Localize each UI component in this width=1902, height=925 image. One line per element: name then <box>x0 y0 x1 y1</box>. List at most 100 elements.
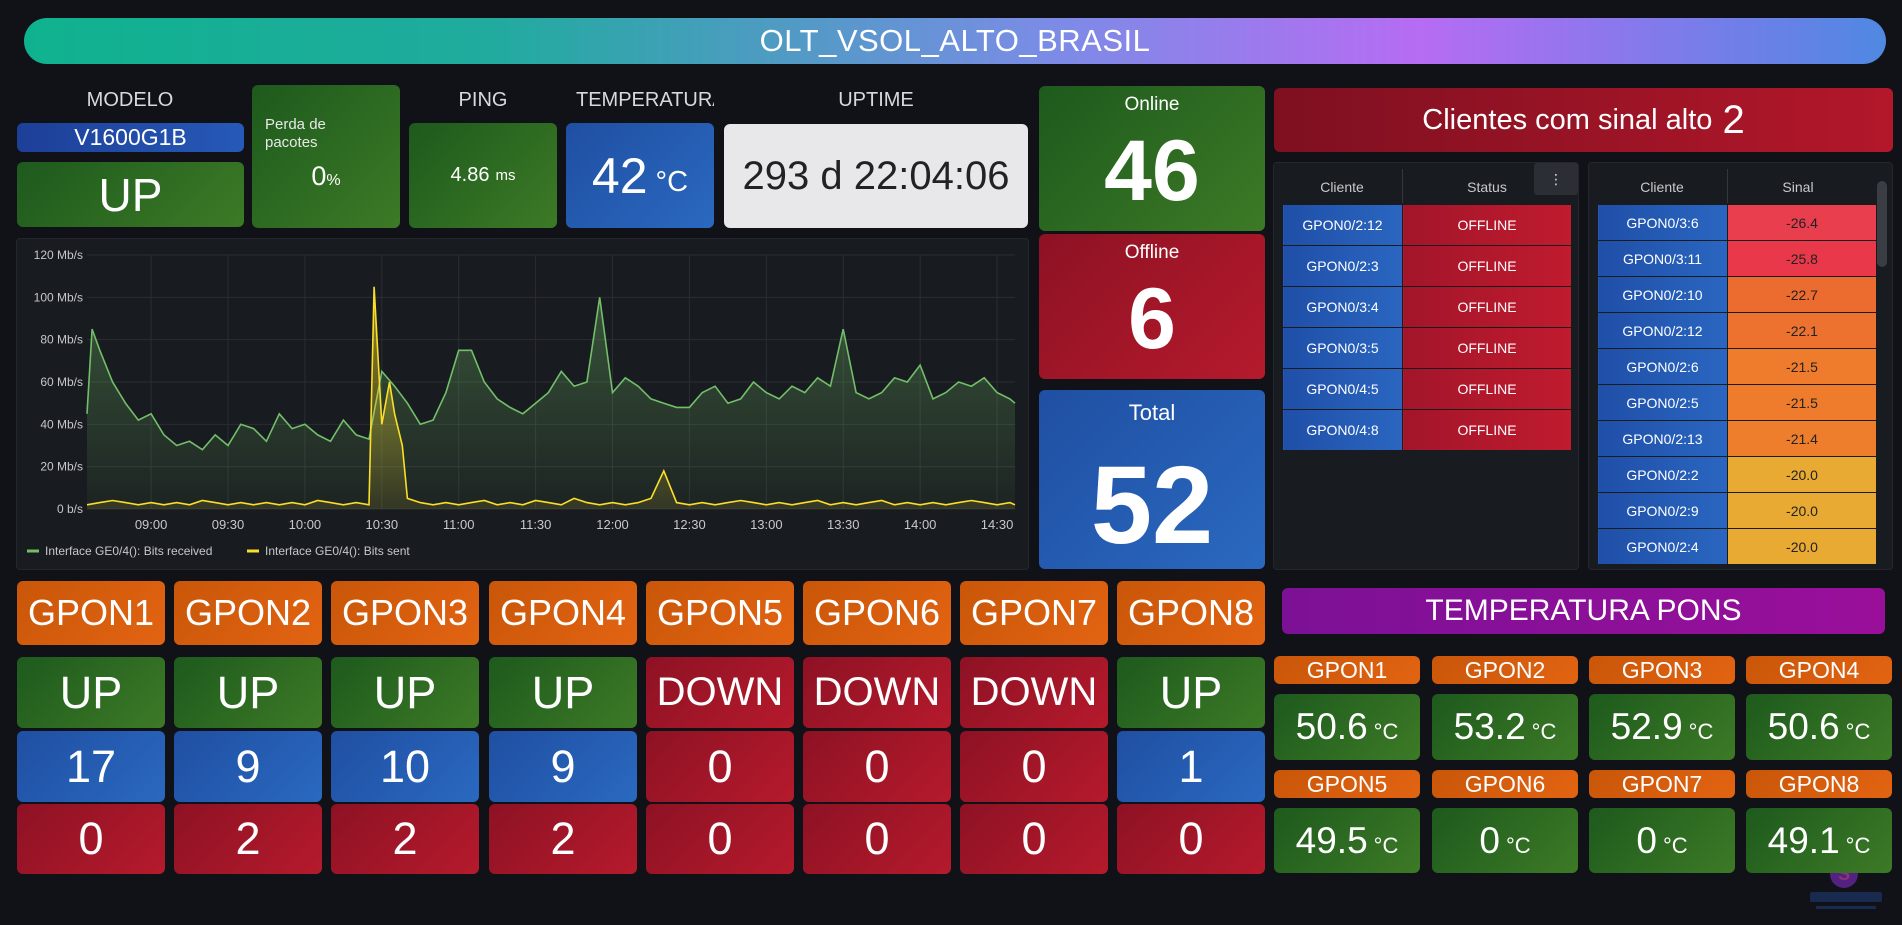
x-tick-label: 14:00 <box>904 517 937 532</box>
gpon-name: GPON4 <box>489 581 637 645</box>
col-sinal-cliente-header[interactable]: Cliente <box>1597 179 1727 195</box>
traffic-chart: 0 b/s 20 Mb/s 40 Mb/s 60 Mb/s 80 Mb/s 100 Mb/… <box>27 248 1016 558</box>
table-row[interactable]: GPON0/2:3 OFFLINE <box>1282 245 1572 287</box>
pon-temp-value: 50.6 °C <box>1274 694 1420 760</box>
offline-panel: Offline 6 <box>1039 234 1265 379</box>
x-tick-label: 12:30 <box>673 517 706 532</box>
gpon-status: UP <box>331 657 479 728</box>
client-cell: GPON0/3:4 <box>1282 286 1403 328</box>
pon-temp-unit: °C <box>1531 719 1557 744</box>
pon-temp-value: 49.1 °C <box>1746 808 1892 873</box>
temperatura-value: 42 °C <box>566 123 714 228</box>
traffic-chart-panel: 0 b/s 20 Mb/s 40 Mb/s 60 Mb/s 80 Mb/s 100 Mb/… <box>16 238 1029 570</box>
offline-value: 6 <box>1128 271 1176 367</box>
signal-cell: -21.5 <box>1727 384 1877 421</box>
pon-temp-unit: °C <box>1505 832 1531 858</box>
table-row[interactable]: GPON0/3:6 -26.4 <box>1597 204 1877 241</box>
pon-temp-value: 50.6 °C <box>1746 694 1892 760</box>
table-row[interactable]: GPON0/4:5 OFFLINE <box>1282 368 1572 410</box>
client-cell: GPON0/2:5 <box>1597 384 1728 421</box>
pon-temp-unit: °C <box>1373 832 1399 858</box>
client-cell: GPON0/4:8 <box>1282 409 1403 451</box>
x-tick-label: 10:00 <box>289 517 322 532</box>
olt-status: UP <box>17 162 244 227</box>
gpon-offline-count: 0 <box>1117 804 1265 874</box>
client-cell: GPON0/2:3 <box>1282 245 1403 287</box>
client-cell: GPON0/2:4 <box>1597 528 1728 565</box>
total-panel: Total 52 <box>1039 390 1265 569</box>
client-cell: GPON0/3:11 <box>1597 240 1728 277</box>
pon-temp-number: 49.5 <box>1295 819 1368 861</box>
gpon-online-count: 10 <box>331 731 479 802</box>
table-row[interactable]: GPON0/2:6 -21.5 <box>1597 348 1877 385</box>
table-row[interactable]: GPON0/2:2 -20.0 <box>1597 456 1877 493</box>
table-row[interactable]: GPON0/4:8 OFFLINE <box>1282 409 1572 451</box>
gpon-offline-count: 2 <box>174 804 322 874</box>
perda-label: Perda de pacotes <box>265 116 326 151</box>
col-sinal-header[interactable]: Sinal <box>1727 179 1869 195</box>
legend-label[interactable]: Interface GE0/4(): Bits sent <box>265 544 410 558</box>
perda-panel: Perda de pacotes 0% <box>252 85 400 228</box>
client-cell: GPON0/4:5 <box>1282 368 1403 410</box>
gpon-status: UP <box>17 657 165 728</box>
ping-label: PING <box>458 89 508 111</box>
pon-temp-value: 0 °C <box>1432 808 1578 873</box>
pon-temp-number: 50.6 <box>1295 706 1368 747</box>
x-tick-label: 12:00 <box>596 517 629 532</box>
table-row[interactable]: GPON0/3:4 OFFLINE <box>1282 286 1572 328</box>
gpon-online-count: 0 <box>803 731 951 802</box>
total-label: Total <box>1128 400 1176 425</box>
table-row[interactable]: GPON0/3:11 -25.8 <box>1597 240 1877 277</box>
signal-cell: -22.7 <box>1727 276 1877 313</box>
status-cell: OFFLINE <box>1402 409 1572 451</box>
gpon-status: UP <box>489 657 637 728</box>
pon-temp-name: GPON1 <box>1274 656 1420 684</box>
pon-temp-name: GPON2 <box>1432 656 1578 684</box>
sinal-scrollbar[interactable] <box>1877 181 1887 267</box>
temperatura-pons-title: TEMPERATURA PONS <box>1282 588 1885 634</box>
gpon-online-count: 17 <box>17 731 165 802</box>
table-row[interactable]: GPON0/2:12 -22.1 <box>1597 312 1877 349</box>
perda-value: 0% <box>311 161 341 191</box>
x-tick-label: 11:00 <box>443 517 475 532</box>
table-row[interactable]: GPON0/2:4 -20.0 <box>1597 528 1877 565</box>
online-panel: Online 46 <box>1039 86 1265 231</box>
pon-temp-name: GPON4 <box>1746 656 1892 684</box>
y-tick-label: 80 Mb/s <box>40 333 83 347</box>
x-tick-label: 09:30 <box>212 517 245 532</box>
gpon-status: UP <box>1117 657 1265 728</box>
table-row[interactable]: GPON0/3:5 OFFLINE <box>1282 327 1572 369</box>
table-row[interactable]: GPON0/2:13 -21.4 <box>1597 420 1877 457</box>
offline-label: Offline <box>1124 242 1180 263</box>
pon-temp-number: 49.1 <box>1767 819 1840 861</box>
total-value: 52 <box>1090 444 1214 567</box>
gpon-offline-count: 0 <box>803 804 951 874</box>
table-row[interactable]: GPON0/2:10 -22.7 <box>1597 276 1877 313</box>
y-tick-label: 120 Mb/s <box>34 248 83 262</box>
gpon-name: GPON8 <box>1117 581 1265 645</box>
signal-cell: -20.0 <box>1727 456 1877 493</box>
col-cliente-header[interactable]: Cliente <box>1282 179 1402 195</box>
client-cell: GPON0/2:12 <box>1597 312 1728 349</box>
signal-cell: -21.5 <box>1727 348 1877 385</box>
gpon-online-count: 1 <box>1117 731 1265 802</box>
gpon-name: GPON7 <box>960 581 1108 645</box>
signal-cell: -25.8 <box>1727 240 1877 277</box>
client-cell: GPON0/2:9 <box>1597 492 1728 529</box>
signal-cell: -22.1 <box>1727 312 1877 349</box>
uptime-label: UPTIME <box>838 89 914 111</box>
signal-cell: -20.0 <box>1727 528 1877 565</box>
client-cell: GPON0/2:2 <box>1597 456 1728 493</box>
table-row[interactable]: GPON0/2:9 -20.0 <box>1597 492 1877 529</box>
table-row[interactable]: GPON0/2:5 -21.5 <box>1597 384 1877 421</box>
x-tick-label: 11:30 <box>520 517 552 532</box>
col-status-header[interactable]: Status <box>1402 179 1572 195</box>
gpon-name: GPON5 <box>646 581 794 645</box>
uptime-value: 293 d 22:04:06 <box>724 124 1028 228</box>
gpon-offline-count: 2 <box>489 804 637 874</box>
table-row[interactable]: GPON0/2:12 OFFLINE <box>1282 204 1572 246</box>
legend-label[interactable]: Interface GE0/4(): Bits received <box>45 544 212 558</box>
gpon-online-count: 9 <box>489 731 637 802</box>
pon-temp-value: 52.9 °C <box>1589 694 1735 760</box>
status-cell: OFFLINE <box>1402 327 1572 369</box>
